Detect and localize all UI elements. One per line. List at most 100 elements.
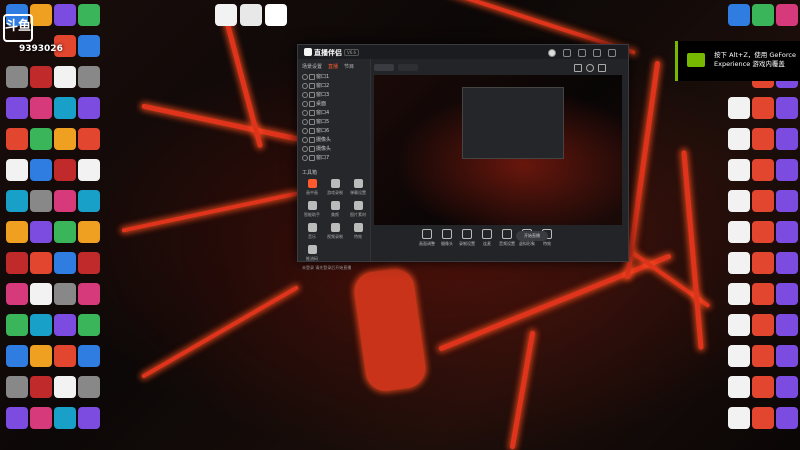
settings-icon[interactable]	[563, 49, 571, 57]
scene-item[interactable]: 窗口5	[302, 118, 366, 125]
stream-preview[interactable]	[374, 75, 622, 225]
desktop-shortcut-icon[interactable]	[6, 97, 28, 119]
scene-item[interactable]: 桌面	[302, 100, 366, 107]
desktop-shortcut-icon[interactable]	[30, 97, 52, 119]
eye-icon[interactable]	[302, 101, 308, 107]
desktop-file-icon[interactable]	[215, 4, 237, 26]
tab-scenes[interactable]: 场景设置	[302, 63, 322, 70]
desktop-shortcut-icon[interactable]	[6, 190, 28, 212]
streaming-app-window[interactable]: 直播伴侣 V6.6 场景设置 直播 节目 窗口1 窗口2 窗口3 桌面 窗口4 窗口5 窗口…	[297, 44, 629, 270]
tool-button[interactable]: 画中画	[302, 179, 322, 199]
tool-button[interactable]: 图片素材	[348, 201, 368, 221]
lock-icon[interactable]	[309, 155, 315, 161]
desktop-shortcut-icon[interactable]	[30, 345, 52, 367]
app-titlebar[interactable]: 直播伴侣 V6.6	[298, 45, 628, 59]
eye-icon[interactable]	[302, 92, 308, 98]
desktop-shortcut-icon[interactable]	[6, 376, 28, 398]
lock-icon[interactable]	[309, 146, 315, 152]
desktop-game-icon[interactable]	[752, 4, 774, 26]
desktop-shortcut-icon[interactable]	[54, 345, 76, 367]
desktop-shortcut-icon[interactable]	[78, 283, 100, 305]
lock-icon[interactable]	[309, 119, 315, 125]
desktop-shortcut-icon[interactable]	[30, 407, 52, 429]
tool-button[interactable]: 游戏录制	[325, 179, 345, 199]
desktop-shortcut-icon[interactable]	[30, 66, 52, 88]
scene-item[interactable]: 窗口2	[302, 82, 366, 89]
desktop-shortcut-icon[interactable]	[30, 221, 52, 243]
desktop-game-icon[interactable]	[728, 190, 750, 212]
desktop-shortcut-icon[interactable]	[6, 128, 28, 150]
desktop-shortcut-icon[interactable]	[78, 4, 100, 26]
desktop-shortcut-icon[interactable]	[6, 314, 28, 336]
layout-toggle[interactable]	[398, 64, 418, 71]
skin-icon[interactable]	[578, 49, 586, 57]
scene-item[interactable]: 窗口4	[302, 109, 366, 116]
desktop-game-icon[interactable]	[728, 221, 750, 243]
minimize-icon[interactable]	[593, 49, 601, 57]
desktop-game-icon[interactable]	[776, 252, 798, 274]
desktop-game-icon[interactable]	[752, 128, 774, 150]
desktop-shortcut-icon[interactable]	[78, 314, 100, 336]
share-icon[interactable]	[598, 64, 606, 72]
desktop-shortcut-icon[interactable]	[78, 66, 100, 88]
desktop-game-icon[interactable]	[728, 283, 750, 305]
lock-icon[interactable]	[309, 110, 315, 116]
desktop-game-icon[interactable]	[752, 221, 774, 243]
desktop-game-icon[interactable]	[776, 283, 798, 305]
tab-live[interactable]: 直播	[328, 63, 338, 70]
lock-icon[interactable]	[309, 101, 315, 107]
desktop-shortcut-icon[interactable]	[54, 252, 76, 274]
desktop-shortcut-icon[interactable]	[30, 159, 52, 181]
desktop-shortcut-icon[interactable]	[54, 221, 76, 243]
close-icon[interactable]	[608, 49, 616, 57]
desktop-shortcut-icon[interactable]	[54, 283, 76, 305]
refresh-icon[interactable]	[586, 64, 594, 72]
bottom-tool-button[interactable]: 音频设置	[496, 229, 518, 247]
desktop-shortcut-icon[interactable]	[6, 252, 28, 274]
desktop-game-icon[interactable]	[728, 252, 750, 274]
desktop-shortcut-icon[interactable]	[78, 407, 100, 429]
tool-button[interactable]: 推流码	[302, 245, 322, 265]
desktop-shortcut-icon[interactable]	[78, 190, 100, 212]
desktop-shortcut-icon[interactable]	[78, 128, 100, 150]
desktop-shortcut-icon[interactable]	[78, 221, 100, 243]
desktop-game-icon[interactable]	[776, 407, 798, 429]
scene-item[interactable]: 窗口7	[302, 154, 366, 161]
desktop-game-icon[interactable]	[752, 407, 774, 429]
desktop-game-icon[interactable]	[728, 407, 750, 429]
desktop-shortcut-icon[interactable]	[78, 159, 100, 181]
lock-icon[interactable]	[309, 74, 315, 80]
tool-button[interactable]: 美颜	[325, 201, 345, 221]
desktop-game-icon[interactable]	[752, 97, 774, 119]
desktop-game-icon[interactable]	[776, 345, 798, 367]
desktop-game-icon[interactable]	[728, 314, 750, 336]
desktop-shortcut-icon[interactable]	[30, 190, 52, 212]
desktop-shortcut-icon[interactable]	[54, 159, 76, 181]
tool-button[interactable]: 特效	[348, 223, 368, 243]
scene-item[interactable]: 窗口6	[302, 127, 366, 134]
desktop-shortcut-icon[interactable]	[30, 283, 52, 305]
tool-button[interactable]: 弹幕设置	[348, 179, 368, 199]
desktop-shortcut-icon[interactable]	[30, 252, 52, 274]
desktop-shortcut-icon[interactable]	[30, 128, 52, 150]
eye-icon[interactable]	[302, 119, 308, 125]
desktop-game-icon[interactable]	[776, 221, 798, 243]
lock-icon[interactable]	[309, 128, 315, 134]
desktop-shortcut-icon[interactable]	[54, 407, 76, 429]
desktop-game-icon[interactable]	[776, 128, 798, 150]
desktop-shortcut-icon[interactable]	[54, 97, 76, 119]
desktop-game-icon[interactable]	[752, 376, 774, 398]
desktop-shortcut-icon[interactable]	[30, 314, 52, 336]
desktop-file-icon[interactable]	[240, 4, 262, 26]
tool-button[interactable]: 音乐	[302, 223, 322, 243]
desktop-game-icon[interactable]	[776, 314, 798, 336]
eye-icon[interactable]	[302, 137, 308, 143]
desktop-game-icon[interactable]	[728, 97, 750, 119]
eye-icon[interactable]	[302, 128, 308, 134]
desktop-shortcut-icon[interactable]	[54, 66, 76, 88]
desktop-game-icon[interactable]	[728, 128, 750, 150]
scene-item[interactable]: 窗口3	[302, 91, 366, 98]
eye-icon[interactable]	[302, 83, 308, 89]
desktop-shortcut-icon[interactable]	[6, 221, 28, 243]
desktop-shortcut-icon[interactable]	[78, 97, 100, 119]
